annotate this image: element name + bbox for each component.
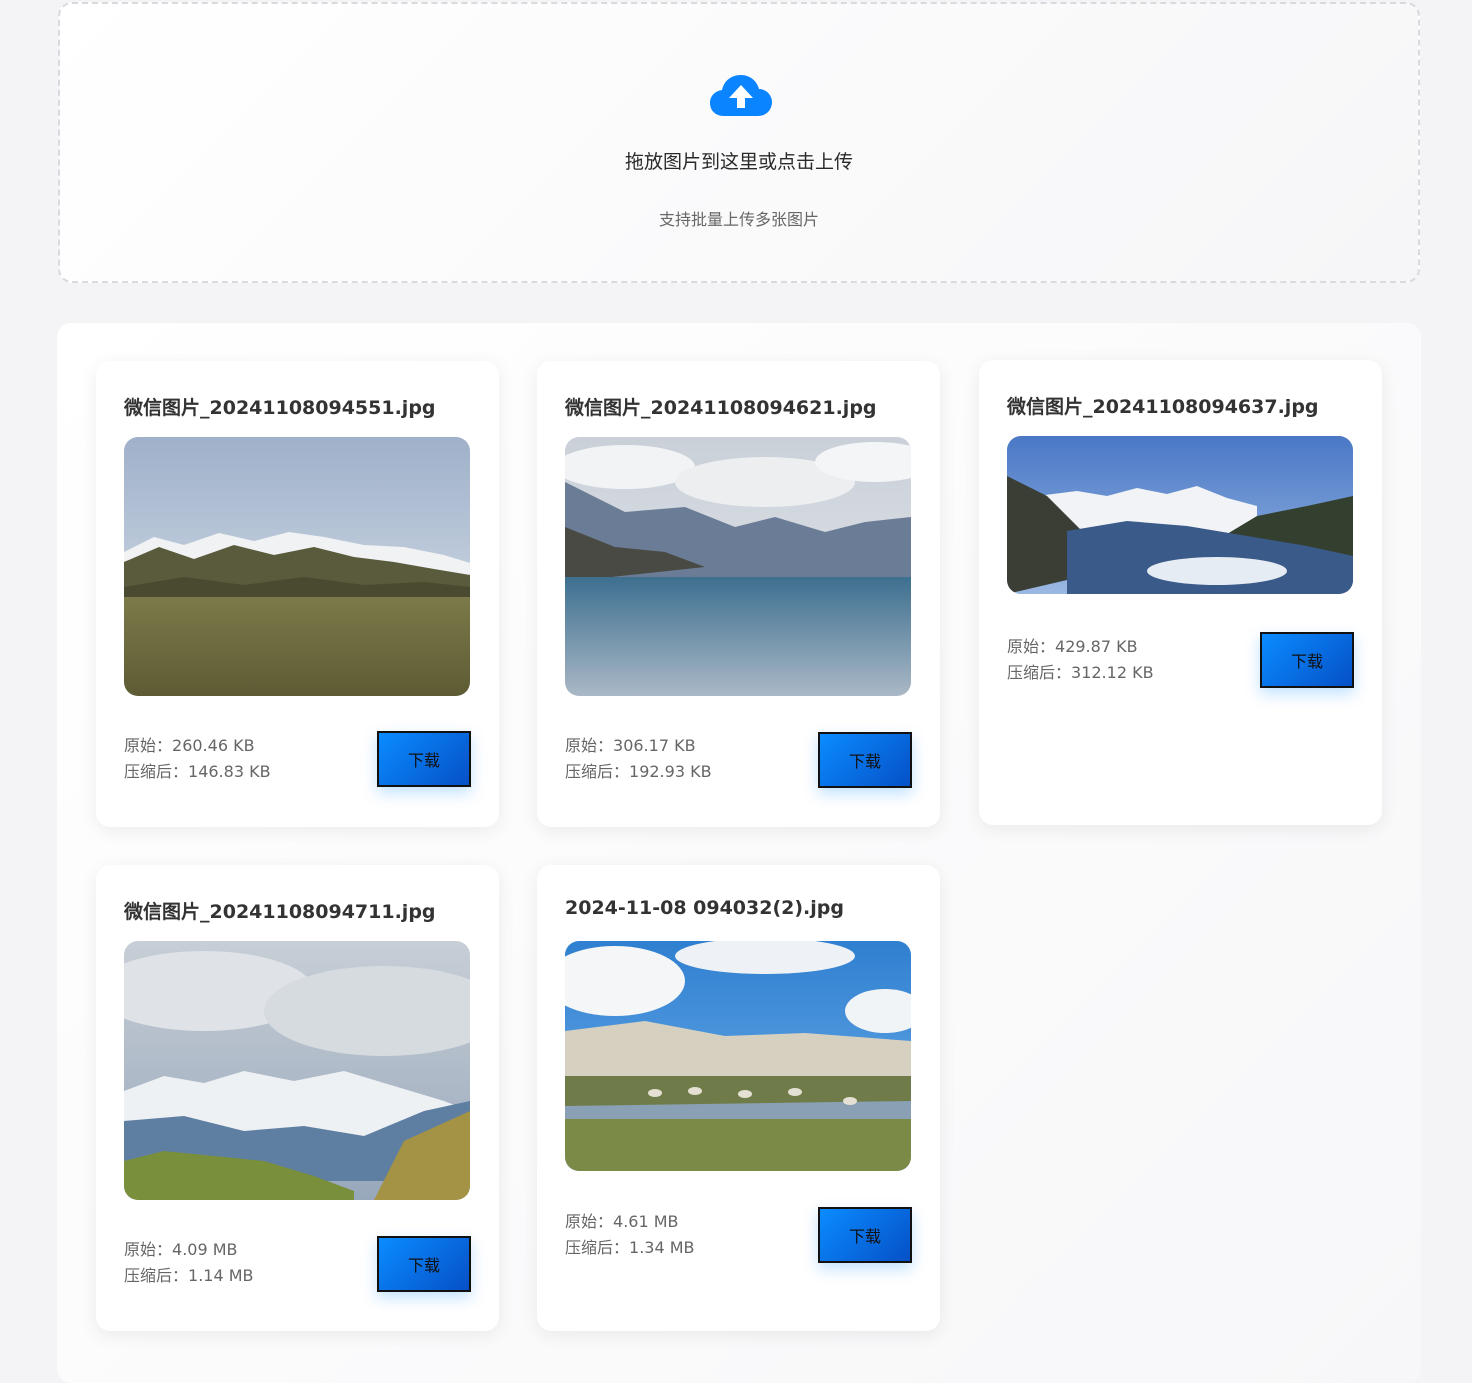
original-size: 429.87 KB: [1055, 637, 1138, 656]
size-info: 原始： 429.87 KB 压缩后： 312.12 KB: [1007, 634, 1154, 686]
original-label: 原始：: [1007, 637, 1056, 656]
image-card: 微信图片_20241108094637.jpg 原始： 429.87 KB 压缩后…: [979, 360, 1382, 825]
size-info: 原始： 306.17 KB 压缩后： 192.93 KB: [565, 733, 712, 785]
image-card: 微信图片_20241108094711.jpg 原始： 4.09 MB 压缩后： 1…: [96, 865, 499, 1331]
image-thumbnail: [1007, 436, 1353, 594]
download-button[interactable]: 下载: [818, 732, 912, 788]
compressed-label: 压缩后：: [565, 762, 630, 781]
original-size: 4.61 MB: [613, 1212, 679, 1231]
compressed-size: 146.83 KB: [188, 762, 271, 781]
original-label: 原始：: [124, 1240, 173, 1259]
size-info: 原始： 4.61 MB 压缩后： 1.34 MB: [565, 1209, 695, 1261]
original-label: 原始：: [565, 1212, 614, 1231]
file-name: 微信图片_20241108094711.jpg: [124, 901, 436, 923]
results-panel: 微信图片_20241108094551.jpg 原始： 260.46 KB 压缩…: [57, 323, 1421, 1383]
original-size: 260.46 KB: [172, 736, 255, 755]
original-label: 原始：: [565, 736, 614, 755]
file-name: 微信图片_20241108094637.jpg: [1007, 396, 1319, 418]
compressed-label: 压缩后：: [1007, 663, 1072, 682]
file-name: 微信图片_20241108094551.jpg: [124, 397, 436, 419]
original-size: 4.09 MB: [172, 1240, 238, 1259]
file-name: 2024-11-08 094032(2).jpg: [565, 897, 844, 919]
download-button[interactable]: 下载: [818, 1207, 912, 1263]
upload-subtitle: 支持批量上传多张图片: [658, 210, 819, 229]
download-button[interactable]: 下载: [1260, 632, 1354, 688]
compressed-label: 压缩后：: [124, 762, 189, 781]
image-thumbnail: [565, 437, 911, 696]
compressed-label: 压缩后：: [124, 1266, 189, 1285]
image-thumbnail: [124, 941, 470, 1200]
cloud-upload-icon: [710, 75, 772, 116]
compressed-size: 312.12 KB: [1071, 663, 1154, 682]
image-thumbnail: [124, 437, 470, 696]
size-info: 原始： 260.46 KB 压缩后： 146.83 KB: [124, 733, 271, 785]
original-label: 原始：: [124, 736, 173, 755]
size-info: 原始： 4.09 MB 压缩后： 1.14 MB: [124, 1237, 254, 1289]
compressed-size: 1.14 MB: [188, 1266, 254, 1285]
upload-title: 拖放图片到这里或点击上传: [624, 151, 853, 173]
download-button[interactable]: 下载: [377, 1236, 471, 1292]
compressed-size: 1.34 MB: [629, 1238, 695, 1257]
download-button[interactable]: 下载: [377, 731, 471, 787]
file-name: 微信图片_20241108094621.jpg: [565, 397, 877, 419]
image-card: 微信图片_20241108094551.jpg 原始： 260.46 KB 压缩…: [96, 361, 499, 827]
image-card: 微信图片_20241108094621.jpg 原始： 306.17 KB 压缩…: [537, 361, 940, 827]
image-card: 2024-11-08 094032(2).jpg 原始： 4.61 MB 压缩后…: [537, 865, 940, 1331]
compressed-label: 压缩后：: [565, 1238, 630, 1257]
compressed-size: 192.93 KB: [629, 762, 712, 781]
upload-dropzone[interactable]: 拖放图片到这里或点击上传 支持批量上传多张图片: [58, 2, 1420, 283]
original-size: 306.17 KB: [613, 736, 696, 755]
image-thumbnail: [565, 941, 911, 1171]
